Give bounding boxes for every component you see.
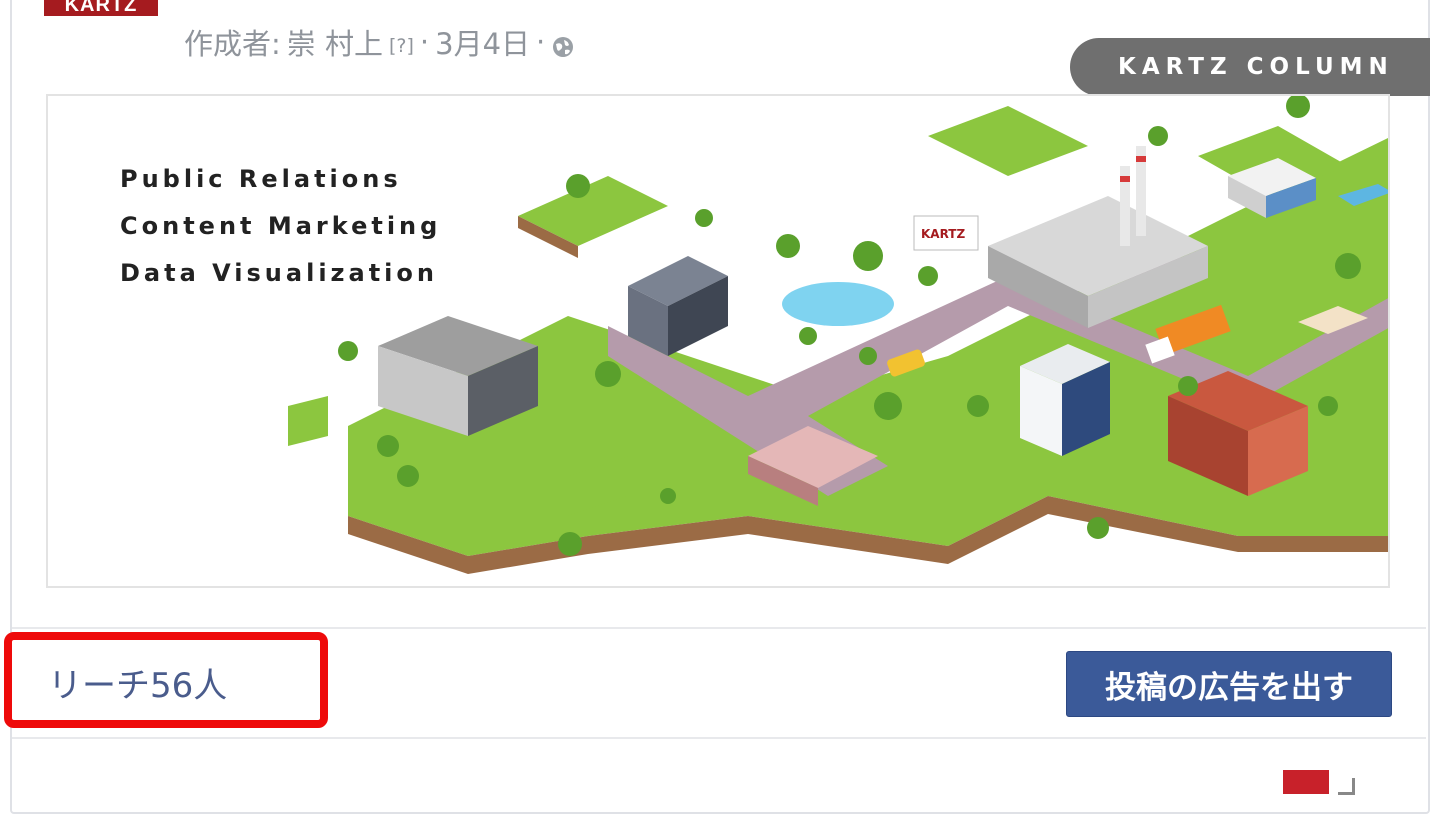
boost-post-button[interactable]: 投稿の広告を出す	[1066, 651, 1392, 717]
footer-divider	[12, 627, 1426, 629]
column-badge: KARTZ COLUMN	[1070, 38, 1430, 96]
tagline-public-relations: Public Relations	[120, 165, 402, 193]
post-image[interactable]: KARTZ Public Relations Content Marketing…	[46, 94, 1390, 588]
meta-separator: ·	[536, 25, 546, 59]
author-prefix: 作成者:	[184, 27, 281, 61]
globe-icon[interactable]	[551, 32, 575, 57]
chevron-down-icon[interactable]	[1338, 778, 1355, 795]
edit-icon[interactable]	[1283, 770, 1329, 794]
page-logo[interactable]: KARTZ	[44, 0, 158, 16]
footer-divider	[12, 737, 1426, 739]
meta-separator: ·	[419, 25, 430, 59]
reach-count[interactable]: リーチ56人	[48, 658, 227, 707]
post-meta: 作成者: 崇 村上 [?] · 3月4日 ·	[184, 20, 575, 64]
tagline-content-marketing: Content Marketing	[120, 212, 442, 240]
tagline-data-visualization: Data Visualization	[120, 259, 438, 287]
hero-taglines: Public Relations Content Marketing Data …	[120, 156, 441, 297]
help-link[interactable]: [?]	[389, 35, 414, 57]
author-name[interactable]: 崇 村上	[287, 21, 383, 63]
post-date[interactable]: 3月4日	[435, 21, 530, 63]
sign-text: KARTZ	[921, 227, 965, 241]
